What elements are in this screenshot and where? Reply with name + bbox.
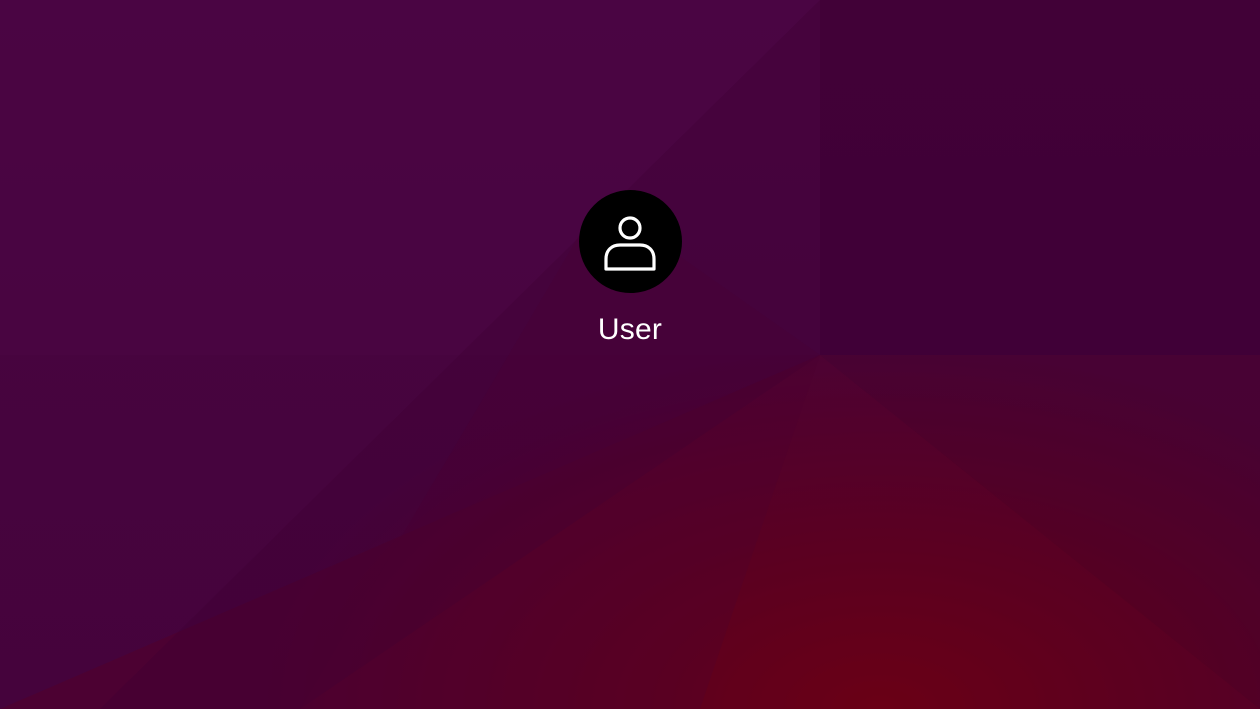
wallpaper-facets	[0, 0, 1260, 709]
person-icon	[604, 215, 656, 271]
desktop-wallpaper	[0, 0, 1260, 709]
user-avatar[interactable]	[578, 190, 682, 293]
username-label[interactable]: User	[598, 311, 662, 349]
login-panel: User	[0, 190, 1260, 349]
